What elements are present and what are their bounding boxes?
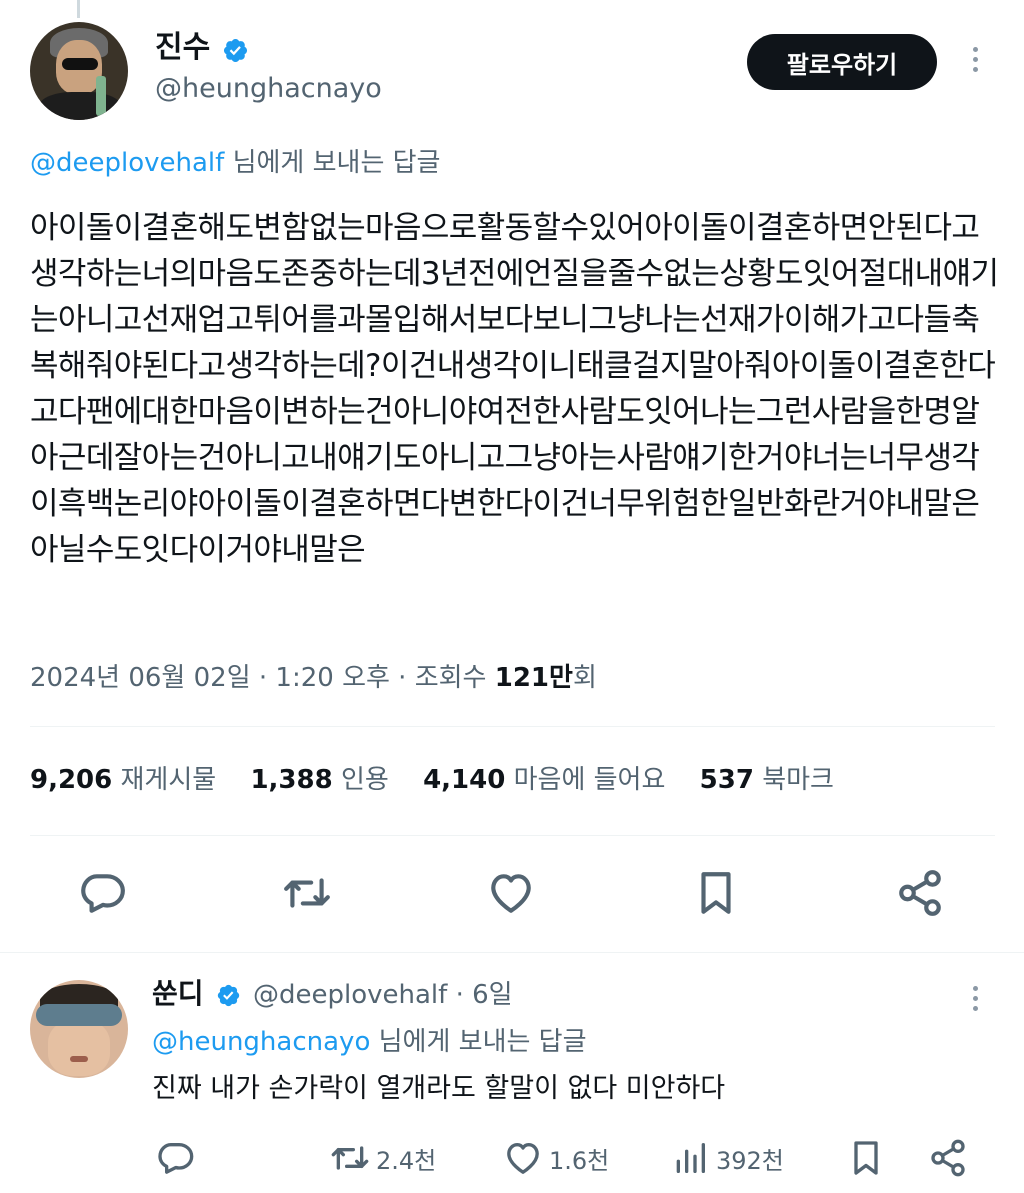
bookmark-icon[interactable] [691,868,741,918]
reply-views-button[interactable]: 392천 [670,1136,784,1180]
retweet-stat[interactable]: 9,206 재게시물 [30,765,216,795]
reply-retweet-count: 2.4천 [376,1146,437,1175]
retweet-icon[interactable] [282,868,332,918]
tweet-timestamp[interactable]: 2024년 06월 02일 · 1:20 오후 · 조회수 [30,663,495,693]
reply-bookmark-button[interactable] [846,1136,886,1180]
author-avatar[interactable] [30,22,128,120]
reply-like-count: 1.6천 [549,1146,610,1175]
bookmark-icon [846,1138,886,1178]
view-count-suffix: 회 [572,663,597,693]
reply-like-button[interactable]: 1.6천 [503,1136,609,1180]
reply-icon [155,1138,195,1178]
reply-author-handle[interactable]: @deeplovehalf [253,980,447,1010]
reply-icon[interactable] [77,868,127,918]
reply-author-handle-line: @deeplovehalf · 6일 [253,978,513,1012]
verified-badge-icon [222,37,249,64]
reply-text: 진짜 내가 손가락이 열개라도 할말이 없다 미안하다 [152,1073,726,1104]
reply-retweet-button[interactable]: 2.4천 [330,1136,436,1180]
like-stat[interactable]: 4,140 마음에 들어요 [423,765,665,795]
reply-author-display-name[interactable]: 쑨디 [152,976,204,1012]
tweet-text: 아이돌이결혼해도변함없는마음으로활동할수있어아이돌이결혼하면안된다고생각하는너의… [30,210,999,568]
reply-view-count: 392천 [716,1146,784,1175]
reply-author-avatar[interactable] [30,980,128,1078]
reply-replying-to-handle-link[interactable]: @heunghacnayo [152,1027,370,1057]
author-display-name[interactable]: 진수 [155,30,210,66]
quote-stat[interactable]: 1,388 인용 [250,765,388,795]
view-count: 121만 [494,663,573,693]
like-icon [503,1138,543,1178]
reply-replying-to-suffix: 님에게 보내는 답글 [370,1027,587,1057]
divider [0,952,1024,953]
reply-timestamp[interactable]: · 6일 [447,980,513,1010]
follow-button[interactable]: 팔로우하기 [747,34,937,90]
reply-share-button[interactable] [928,1136,968,1180]
retweet-icon [330,1138,370,1178]
divider [30,835,995,836]
views-chart-icon [670,1138,710,1178]
verified-badge-icon [216,983,241,1008]
thread-line [77,0,80,18]
more-options-icon[interactable] [970,47,980,72]
tweet-meta: 2024년 06월 02일 · 1:20 오후 · 조회수 121만회 [30,660,597,696]
reply-replying-to-line: @heunghacnayo 님에게 보내는 답글 [152,1024,587,1060]
replying-to-suffix: 님에게 보내는 답글 [224,148,441,178]
reply-more-options-icon[interactable] [970,986,980,1011]
author-handle[interactable]: @heunghacnayo [155,72,382,106]
replying-to-line: @deeplovehalf 님에게 보내는 답글 [30,145,440,181]
engagement-stats: 9,206 재게시물 1,388 인용 4,140 마음에 들어요 537 북마… [30,762,860,798]
share-icon [928,1138,968,1178]
divider [30,726,995,727]
share-icon[interactable] [895,868,945,918]
like-icon[interactable] [486,868,536,918]
bookmark-stat[interactable]: 537 북마크 [700,765,834,795]
replying-to-handle-link[interactable]: @deeplovehalf [30,148,224,178]
reply-reply-button[interactable] [155,1136,195,1180]
